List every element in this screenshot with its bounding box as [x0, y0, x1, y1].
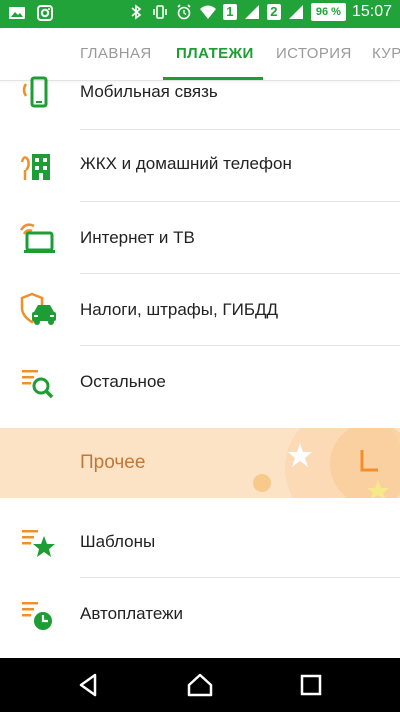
list-item-label: Мобильная связь	[80, 82, 218, 101]
wifi-icon	[199, 5, 216, 19]
sim2-badge: 2	[266, 4, 281, 20]
recent-apps-icon[interactable]	[296, 670, 326, 700]
search-list-icon	[22, 370, 54, 399]
sim1-badge: 1	[222, 4, 237, 20]
status-time: 15:07	[351, 3, 392, 20]
back-icon[interactable]	[74, 670, 104, 700]
home-icon[interactable]	[185, 670, 215, 700]
signal-icon	[244, 5, 259, 19]
star-list-icon	[22, 530, 55, 557]
section-header-other: Прочее	[0, 428, 400, 498]
list-item-taxes[interactable]: Налоги, штрафы, ГИБДД	[0, 274, 400, 346]
list-item-label: ЖКХ и домашний телефон	[80, 154, 292, 173]
list-item-mobile[interactable]: Мобильная связь	[0, 58, 400, 130]
decorative-background	[253, 428, 400, 498]
bluetooth-icon	[131, 4, 142, 20]
status-bar: 1 2 96 % 15:07	[0, 0, 400, 28]
house-icon	[20, 154, 50, 180]
list-item-label: Интернет и ТВ	[80, 228, 195, 247]
clock-list-icon	[22, 602, 52, 630]
instagram-notification-icon	[37, 5, 53, 21]
list-item-other[interactable]: Остальное	[0, 346, 400, 418]
system-navigation-bar	[0, 658, 400, 712]
internet-tv-icon	[19, 223, 55, 253]
list-item-label: Автоплатежи	[80, 604, 183, 623]
image-notification-icon	[9, 7, 25, 19]
mobile-phone-icon	[22, 76, 48, 108]
list-item-label: Остальное	[80, 372, 166, 391]
list-item-label: Налоги, штрафы, ГИБДД	[80, 300, 279, 319]
battery-indicator: 96 %	[310, 3, 346, 21]
list-item-label: Шаблоны	[80, 532, 156, 551]
alarm-icon	[177, 4, 191, 20]
list-item-housing[interactable]: ЖКХ и домашний телефон	[0, 130, 400, 202]
car-shield-icon	[20, 292, 56, 325]
section-title: Прочее	[80, 452, 146, 473]
vibrate-icon	[153, 5, 167, 19]
list-item-autopayments[interactable]: Автоплатежи	[0, 578, 400, 650]
list-item-internet[interactable]: Интернет и ТВ	[0, 202, 400, 274]
signal-icon	[288, 5, 303, 19]
list-item-templates[interactable]: Шаблоны	[0, 506, 400, 578]
